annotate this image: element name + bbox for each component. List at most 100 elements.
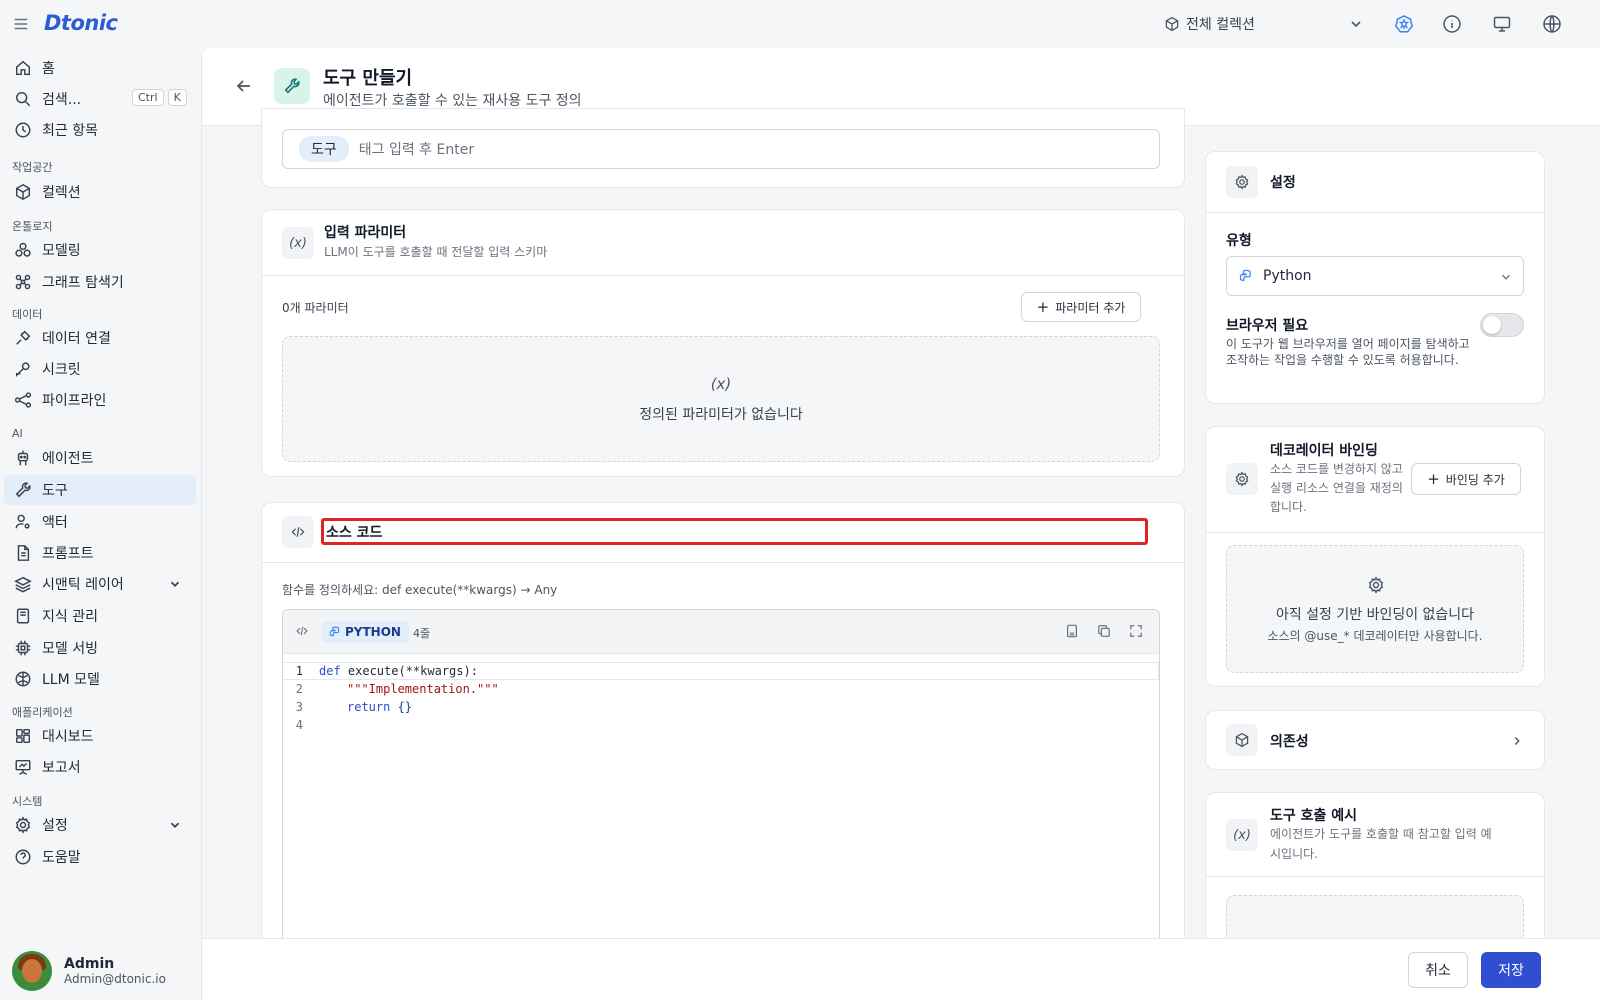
sidebar-item-data-connection[interactable]: 데이터 연결 [4, 323, 196, 353]
variable-icon: (x) [710, 375, 732, 393]
params-empty-state: (x) 정의된 파라미터가 없습니다 [282, 336, 1160, 462]
sidebar-item-modeling[interactable]: 모델링 [4, 235, 196, 265]
line-number: 3 [295, 700, 303, 714]
variable-icon: (x) [282, 227, 314, 259]
code-string: """Implementation.""" [347, 682, 499, 696]
user-name: Admin [64, 956, 115, 972]
code-icon [282, 516, 314, 548]
sidebar-item-label: 검색... [42, 92, 82, 108]
add-parameter-label: 파라미터 추가 [1055, 300, 1126, 315]
sidebar-item-report[interactable]: 보고서 [4, 752, 196, 782]
back-arrow-icon[interactable] [234, 76, 254, 96]
app-logo[interactable]: Dtonic [44, 11, 118, 35]
menu-icon[interactable] [12, 14, 30, 34]
sidebar-item-graph[interactable]: 그래프 탐색기 [4, 267, 196, 297]
line-number: 1 [295, 664, 303, 678]
editor-toolbar: PYTHON 4줄 [283, 610, 1159, 654]
user-profile[interactable]: Admin Admin@dtonic.io [12, 950, 197, 992]
pipeline-icon [14, 391, 32, 409]
card-subtitle: LLM이 도구를 호출할 때 전달할 입력 스키마 [324, 245, 548, 259]
sidebar-item-label: 프롬프트 [42, 546, 94, 562]
sidebar-item-tool[interactable]: 도구 [4, 475, 196, 505]
sidebar-item-llm[interactable]: LLM 모델 [4, 664, 196, 694]
sidebar-item-recent[interactable]: 최근 항목 [4, 115, 196, 145]
sidebar-item-secret[interactable]: 시크릿 [4, 354, 196, 384]
kubernetes-icon[interactable] [1394, 14, 1414, 34]
gear-icon [1226, 463, 1258, 495]
param-count: 0개 파라미터 [282, 301, 349, 315]
sidebar-item-help[interactable]: 도움말 [4, 842, 196, 872]
format-icon[interactable] [1065, 624, 1079, 638]
cube-icon [14, 183, 32, 201]
code-area[interactable]: 1 def execute(**kwargs): 2 """Implementa… [283, 654, 1159, 944]
sidebar-item-label: 도움말 [42, 850, 81, 866]
sidebar-item-semantic[interactable]: 시맨틱 레이어 [4, 569, 196, 599]
code-text: {} [390, 700, 413, 714]
tag-chip[interactable]: 도구 [299, 136, 349, 162]
sidebar-item-actor[interactable]: 액터 [4, 507, 196, 537]
dependencies-card[interactable]: 의존성 [1205, 710, 1545, 770]
browser-toggle[interactable] [1480, 313, 1524, 337]
collection-selector-label: 전체 컬렉션 [1186, 17, 1255, 33]
brain-icon [14, 670, 32, 688]
gear-icon [1226, 166, 1258, 198]
code-icon [295, 624, 309, 638]
tag-input[interactable]: 도구 태그 입력 후 Enter [282, 129, 1160, 169]
sidebar-item-prompt[interactable]: 프롬프트 [4, 538, 196, 568]
add-binding-label: 바인딩 추가 [1445, 472, 1505, 487]
cancel-button[interactable]: 취소 [1408, 952, 1468, 988]
sidebar-item-search[interactable]: 검색... Ctrl K [4, 84, 196, 114]
source-code-card: 소스 코드 함수를 정의하세요: def execute(**kwargs) →… [261, 502, 1185, 972]
section-ontology: 온톨로지 [12, 220, 53, 233]
section-apps: 애플리케이션 [12, 706, 73, 719]
card-header: 데코레이터 바인딩 소스 코드를 변경하지 않고 실행 리소스 연결을 재정의합… [1206, 427, 1544, 533]
home-icon [14, 59, 32, 77]
language-badge: PYTHON [321, 621, 409, 643]
line-number: 2 [295, 682, 303, 696]
sidebar-item-settings[interactable]: 설정 [4, 810, 196, 840]
user-gear-icon [14, 513, 32, 531]
fullscreen-icon[interactable] [1129, 624, 1143, 638]
globe-icon[interactable] [1542, 14, 1562, 34]
wrench-icon [14, 481, 32, 499]
presentation-icon [14, 758, 32, 776]
card-header: (x) 도구 호출 예시 에이전트가 도구를 호출할 때 참고할 입력 예시입니… [1206, 793, 1544, 877]
collection-selector[interactable]: 전체 컬렉션 [1164, 10, 1364, 38]
add-binding-button[interactable]: + 바인딩 추가 [1411, 463, 1521, 495]
sidebar-item-label: 보고서 [42, 760, 81, 776]
card-title: 의존성 [1270, 734, 1309, 750]
sidebar-item-collections[interactable]: 컬렉션 [4, 177, 196, 207]
sidebar-item-label: 지식 관리 [42, 609, 98, 625]
type-select-value: Python [1263, 268, 1312, 284]
card-header: 소스 코드 [262, 503, 1184, 563]
sidebar-item-dashboard[interactable]: 대시보드 [4, 721, 196, 751]
sidebar-item-serving[interactable]: 모델 서빙 [4, 633, 196, 663]
document-icon [14, 544, 32, 562]
type-select[interactable]: Python [1226, 256, 1524, 296]
plug-icon [14, 329, 32, 347]
sidebar-item-agent[interactable]: 에이전트 [4, 443, 196, 473]
kbd-ctrl: Ctrl [132, 89, 164, 106]
python-icon [329, 626, 340, 637]
book-icon [14, 607, 32, 625]
code-editor[interactable]: PYTHON 4줄 1 def execute(**kwargs): 2 """… [282, 609, 1160, 949]
code-line: 3 return {} [283, 698, 1159, 716]
python-icon [1239, 269, 1251, 281]
info-icon[interactable] [1442, 14, 1462, 34]
sidebar-item-home[interactable]: 홈 [4, 53, 196, 83]
sidebar-item-knowledge[interactable]: 지식 관리 [4, 601, 196, 631]
sidebar-item-label: 홈 [42, 61, 55, 77]
sidebar-item-pipeline[interactable]: 파이프라인 [4, 385, 196, 415]
monitor-icon[interactable] [1492, 14, 1512, 34]
key-icon [14, 360, 32, 378]
sidebar-item-label: 설정 [42, 818, 68, 834]
kbd-k: K [167, 89, 187, 106]
copy-icon[interactable] [1097, 624, 1111, 638]
chevron-down-icon [1502, 274, 1510, 280]
chevron-down-icon [1348, 16, 1364, 32]
search-icon [14, 90, 32, 108]
save-button[interactable]: 저장 [1481, 952, 1541, 988]
bot-icon [14, 449, 32, 467]
tag-input-placeholder: 태그 입력 후 Enter [358, 142, 475, 158]
add-parameter-button[interactable]: + 파라미터 추가 [1021, 292, 1141, 322]
